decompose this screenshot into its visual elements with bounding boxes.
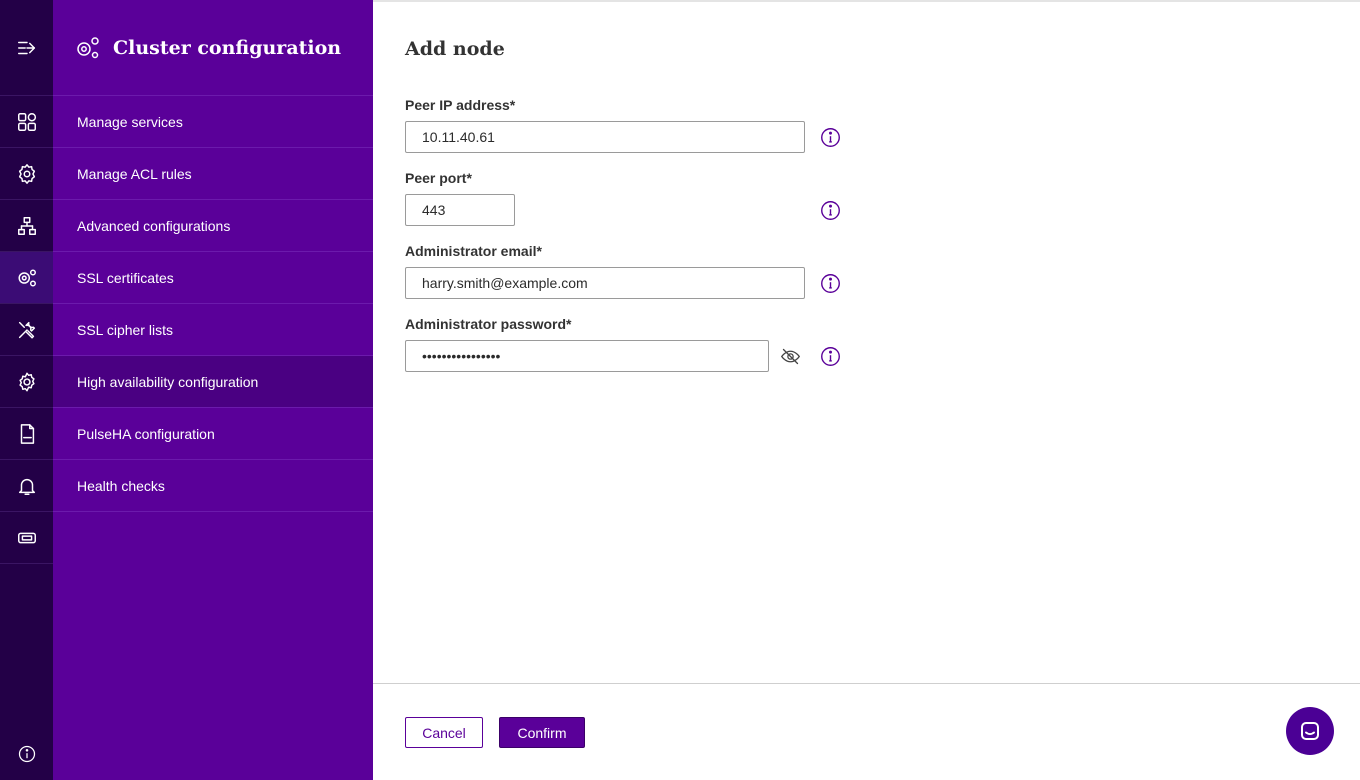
sidebar-item-high-availability[interactable]: High availability configuration	[53, 356, 373, 408]
expand-menu-icon	[17, 41, 35, 54]
sidebar-item-ssl-certificates[interactable]: SSL certificates	[53, 252, 373, 304]
info-icon	[820, 200, 840, 220]
admin-email-info-button[interactable]	[819, 272, 841, 294]
sidebar-item-manage-acl-rules[interactable]: Manage ACL rules	[53, 148, 373, 200]
icon-rail	[0, 0, 53, 780]
sidebar-item-manage-services[interactable]: Manage services	[53, 96, 373, 148]
info-icon	[820, 127, 840, 147]
rail-button-high-availability[interactable]	[0, 356, 53, 408]
sidebar: Cluster configuration Manage services Ma…	[53, 0, 373, 780]
tools-icon	[18, 321, 35, 339]
sidebar-item-advanced-configurations[interactable]: Advanced configurations	[53, 200, 373, 252]
chat-icon	[1301, 722, 1319, 740]
admin-password-label: Administrator password*	[405, 316, 572, 332]
admin-email-label: Administrator email*	[405, 243, 542, 259]
expand-menu-button[interactable]	[0, 0, 53, 96]
rail-button-advanced[interactable]	[0, 200, 53, 252]
add-node-form: Add node Peer IP address* Peer port* Adm…	[373, 0, 1360, 684]
rail-button-services[interactable]	[0, 96, 53, 148]
admin-password-info-button[interactable]	[819, 345, 841, 367]
info-icon	[18, 745, 35, 763]
info-icon	[820, 346, 840, 366]
info-icon	[820, 273, 840, 293]
sidebar-title: Cluster configuration	[113, 36, 342, 59]
rail-button-acl[interactable]	[0, 148, 53, 200]
rail-button-ssl-certificates[interactable]	[0, 252, 53, 304]
sidebar-item-pulseha[interactable]: PulseHA configuration	[53, 408, 373, 460]
shield-gear-icon	[18, 163, 35, 184]
peer-ip-input[interactable]	[405, 121, 805, 153]
sidebar-header: Cluster configuration	[53, 0, 373, 96]
form-footer: Cancel Confirm	[373, 683, 1360, 780]
gears-icon	[77, 36, 99, 58]
about-button[interactable]	[0, 736, 53, 772]
sidebar-item-health-checks[interactable]: Health checks	[53, 460, 373, 512]
peer-ip-label: Peer IP address*	[405, 97, 516, 113]
admin-email-input[interactable]	[405, 267, 805, 299]
toggle-password-visibility-button[interactable]	[779, 345, 801, 367]
bell-icon	[18, 478, 35, 495]
rail-button-health-checks[interactable]	[0, 460, 53, 512]
cancel-button[interactable]: Cancel	[405, 717, 483, 748]
gears-icon	[17, 268, 36, 287]
peer-port-label: Peer port*	[405, 170, 472, 186]
page-title: Add node	[405, 38, 505, 60]
network-icon	[17, 216, 36, 235]
rail-button-pulseha[interactable]	[0, 408, 53, 460]
sidebar-item-ssl-cipher-lists[interactable]: SSL cipher lists	[53, 304, 373, 356]
rail-button-cipher-lists[interactable]	[0, 304, 53, 356]
chat-button[interactable]	[1286, 707, 1334, 755]
gear-icon	[18, 372, 35, 391]
grid-icon	[17, 112, 36, 131]
peer-port-input[interactable]	[405, 194, 515, 226]
peer-ip-info-button[interactable]	[819, 126, 841, 148]
rail-button-ticket[interactable]	[0, 512, 53, 564]
admin-password-input[interactable]	[405, 340, 769, 372]
eye-off-icon	[780, 348, 800, 364]
log-file-icon	[20, 423, 34, 444]
peer-port-info-button[interactable]	[819, 199, 841, 221]
ticket-icon	[17, 532, 36, 543]
confirm-button[interactable]: Confirm	[499, 717, 585, 748]
